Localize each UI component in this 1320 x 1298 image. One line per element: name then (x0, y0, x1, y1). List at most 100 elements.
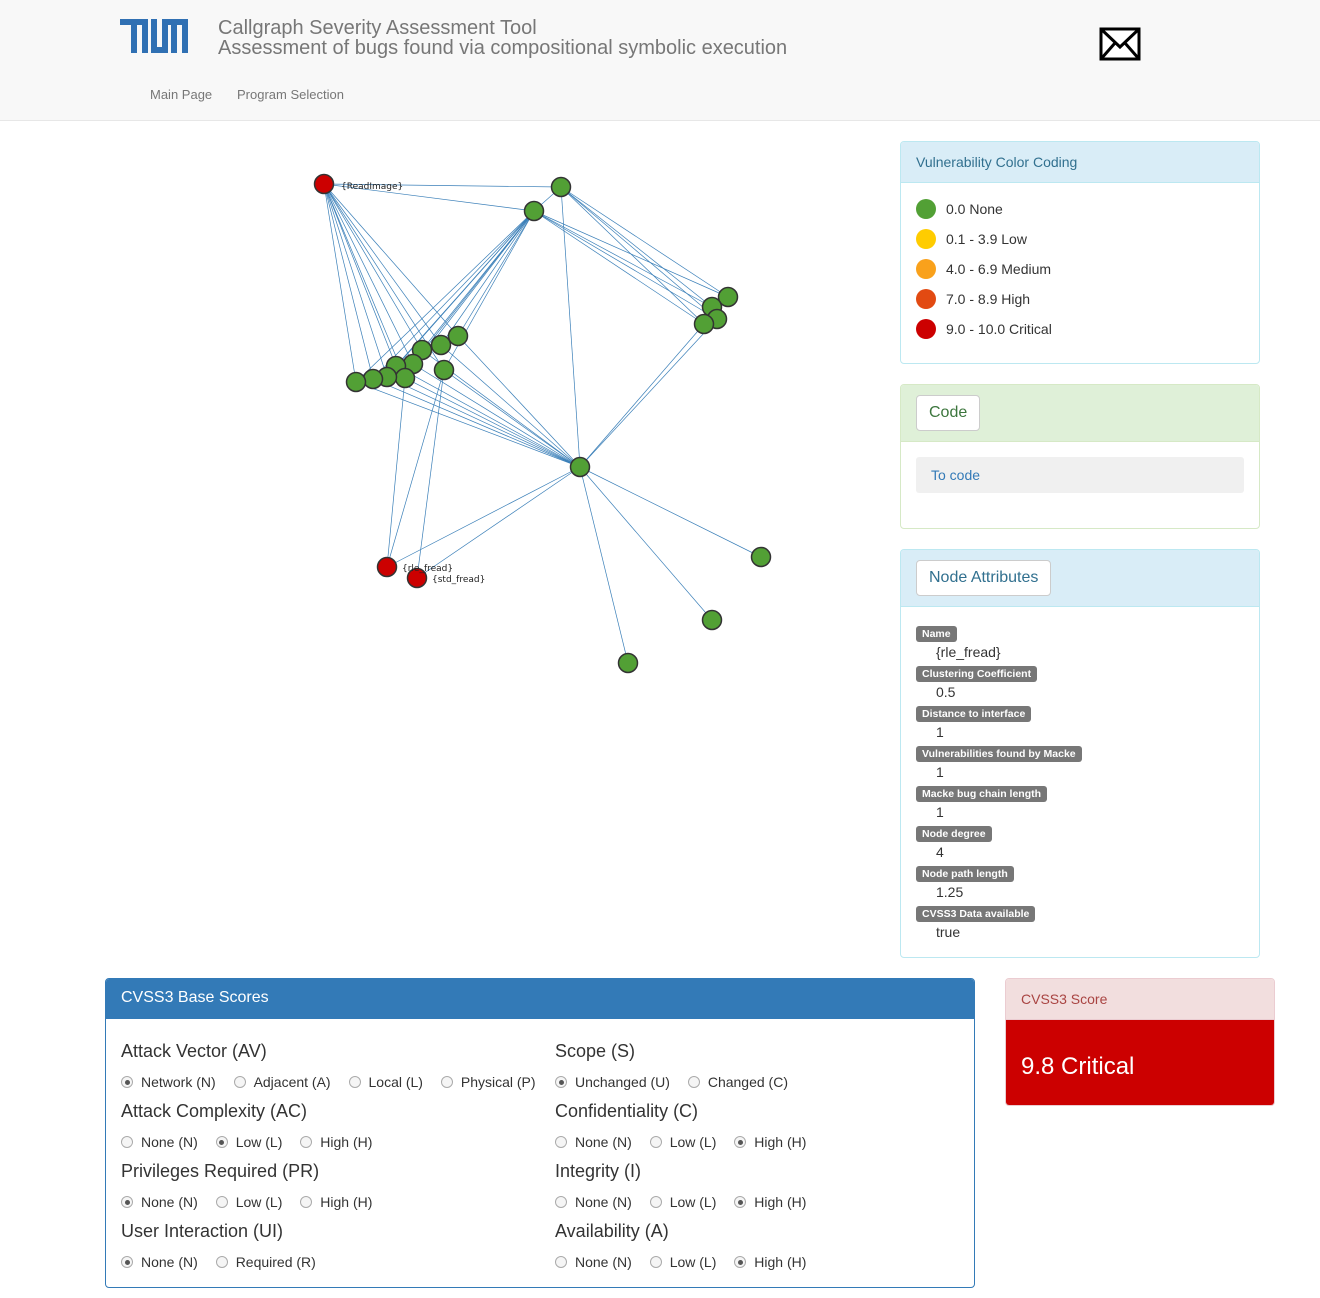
graph-node-hub[interactable] (569, 456, 591, 478)
cvss3-score-panel: CVSS3 Score 9.8 Critical (1005, 978, 1275, 1106)
cvss3-score-title: CVSS3 Score (1006, 979, 1274, 1020)
radio-indicator[interactable] (555, 1136, 567, 1148)
graph-node-c6[interactable] (433, 359, 455, 381)
radio-pr-none[interactable]: None (N) (121, 1194, 198, 1210)
attr-label-path-length: Node path length (916, 866, 1014, 882)
graph-node-n3[interactable] (523, 200, 545, 222)
cvss3-score-box: 9.8 Critical (1006, 1020, 1274, 1105)
graph-edge (443, 369, 581, 468)
attr-label-vulnerabilities: Vulnerabilities found by Macke (916, 746, 1082, 762)
graph-node-o1[interactable] (750, 546, 772, 568)
graph-node-r4[interactable] (693, 313, 715, 335)
radio-indicator[interactable] (300, 1196, 313, 1208)
graph-edge (386, 376, 581, 468)
radio-indicator[interactable] (555, 1076, 567, 1088)
graph-node-c2[interactable] (430, 334, 452, 356)
radio-group-s: Unchanged (U) Changed (C) (555, 1074, 802, 1092)
radio-indicator[interactable] (734, 1196, 747, 1208)
callgraph[interactable]: {ReadImage} {rle_fread} {std_fread} (0, 121, 880, 961)
radio-indicator[interactable] (121, 1076, 133, 1088)
graph-node-o3[interactable] (617, 652, 639, 674)
graph-node-n2[interactable] (550, 176, 572, 198)
graph-edge (323, 183, 374, 380)
radio-ac-low[interactable]: Low (L) (215, 1134, 282, 1150)
radio-a-none[interactable]: None (N) (555, 1254, 632, 1270)
radio-av-physical[interactable]: Physical (P) (440, 1074, 536, 1090)
envelope-icon[interactable] (1099, 27, 1141, 61)
graph-node-c9[interactable] (362, 368, 384, 390)
radio-indicator[interactable] (687, 1076, 700, 1088)
node-label-std-fread: {std_fread} (432, 575, 485, 585)
radio-i-low[interactable]: Low (L) (649, 1194, 716, 1210)
radio-indicator[interactable] (348, 1076, 361, 1088)
radio-indicator[interactable] (734, 1256, 747, 1268)
radio-ac-high[interactable]: High (H) (300, 1134, 372, 1150)
radio-ui-none[interactable]: None (N) (121, 1254, 198, 1270)
nav-program-selection[interactable]: Program Selection (237, 87, 344, 102)
metric-scope: Scope (S) (555, 1041, 636, 1061)
graph-edge (386, 369, 445, 568)
radio-av-network[interactable]: Network (N) (121, 1074, 216, 1090)
radio-s-unchanged[interactable]: Unchanged (U) (555, 1074, 670, 1090)
graph-node-o2[interactable] (701, 609, 723, 631)
graph-node-c7[interactable] (394, 367, 416, 389)
radio-indicator[interactable] (121, 1136, 133, 1148)
radio-c-none[interactable]: None (N) (555, 1134, 632, 1150)
radio-indicator[interactable] (215, 1196, 228, 1208)
code-button[interactable]: Code (916, 395, 981, 431)
radio-a-low[interactable]: Low (L) (649, 1254, 716, 1270)
graph-edge (372, 378, 581, 468)
graph-edge (440, 344, 581, 468)
radio-c-low[interactable]: Low (L) (649, 1134, 716, 1150)
radio-s-changed[interactable]: Changed (C) (687, 1074, 788, 1090)
graph-edge (323, 183, 423, 351)
graph-node-c10[interactable] (345, 371, 367, 393)
radio-indicator[interactable] (121, 1256, 133, 1268)
radio-indicator[interactable] (649, 1256, 662, 1268)
attr-value-cvss3-available: true (936, 924, 961, 940)
radio-indicator[interactable] (555, 1256, 567, 1268)
graph-node-readimage[interactable] (313, 173, 335, 195)
radio-a-high[interactable]: High (H) (734, 1254, 806, 1270)
radio-c-high[interactable]: High (H) (734, 1134, 806, 1150)
graph-node-rle[interactable] (376, 556, 398, 578)
graph-edge (386, 210, 535, 378)
radio-indicator[interactable] (440, 1076, 453, 1088)
tum-logo[interactable] (120, 19, 188, 55)
radio-indicator[interactable] (555, 1196, 567, 1208)
radio-av-adjacent[interactable]: Adjacent (A) (233, 1074, 331, 1090)
radio-indicator[interactable] (300, 1136, 313, 1148)
graph-edge (323, 183, 459, 337)
metric-availability: Availability (A) (555, 1221, 669, 1241)
node-attributes-button[interactable]: Node Attributes (916, 560, 1052, 596)
radio-indicator[interactable] (649, 1136, 662, 1148)
graph-node-c1[interactable] (447, 325, 469, 347)
graph-edge (440, 210, 535, 346)
radio-indicator[interactable] (215, 1136, 228, 1148)
radio-indicator[interactable] (233, 1076, 246, 1088)
attr-value-name: {rle_fread} (936, 644, 1001, 660)
radio-indicator[interactable] (121, 1196, 133, 1208)
graph-nodes (313, 173, 772, 674)
radio-ui-required[interactable]: Required (R) (215, 1254, 316, 1270)
code-panel: Code To code (900, 384, 1260, 529)
attr-value-path-length: 1.25 (936, 884, 964, 900)
radio-pr-high[interactable]: High (H) (300, 1194, 372, 1210)
radio-ac-none[interactable]: None (N) (121, 1134, 198, 1150)
radio-indicator[interactable] (734, 1136, 747, 1148)
radio-indicator[interactable] (215, 1256, 228, 1268)
radio-i-none[interactable]: None (N) (555, 1194, 632, 1210)
radio-i-high[interactable]: High (H) (734, 1194, 806, 1210)
graph-edge (560, 186, 718, 320)
legend-dot-none (916, 199, 936, 219)
metric-user-interaction: User Interaction (UI) (121, 1221, 284, 1241)
to-code-link[interactable]: To code (931, 467, 980, 483)
legend-dot-low (916, 229, 936, 249)
radio-pr-low[interactable]: Low (L) (215, 1194, 282, 1210)
radio-group-c: None (N) Low (L) High (H) (555, 1134, 820, 1152)
radio-indicator[interactable] (649, 1196, 662, 1208)
graph-edge (533, 210, 705, 325)
nav-main-page[interactable]: Main Page (150, 87, 212, 102)
radio-av-local[interactable]: Local (L) (348, 1074, 423, 1090)
node-label-rle-fread: {rle_fread} (402, 564, 453, 574)
